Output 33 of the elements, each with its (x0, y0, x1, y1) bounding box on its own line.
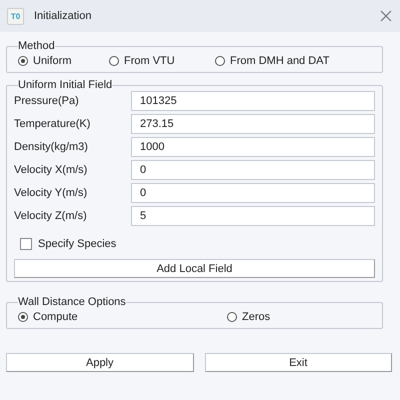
apply-button[interactable]: Apply (6, 353, 194, 372)
radio-label[interactable]: Zeros (242, 310, 270, 322)
field-label: Velocity Z(m/s) (14, 210, 88, 222)
add-local-field-button[interactable]: Add Local Field (14, 259, 375, 278)
app-icon: T0 (7, 8, 24, 24)
radio-button[interactable] (18, 56, 28, 66)
group-label: Uniform Initial Field (18, 79, 112, 91)
field-label: Density(kg/m3) (14, 141, 89, 153)
checkbox[interactable] (20, 238, 32, 250)
radio-label[interactable]: From VTU (124, 54, 175, 66)
window-title: Initialization (34, 10, 92, 22)
group-label: Method (18, 40, 55, 52)
radio-button[interactable] (215, 56, 225, 66)
input-field[interactable]: 0 (131, 160, 375, 180)
radio-label[interactable]: Uniform (33, 54, 72, 66)
close-icon[interactable] (380, 10, 392, 22)
field-label: Temperature(K) (14, 118, 92, 130)
input-field[interactable]: 101325 (131, 91, 375, 111)
input-field[interactable]: 273.15 (131, 114, 375, 134)
input-field[interactable]: 0 (131, 183, 375, 203)
radio-button[interactable] (109, 56, 119, 66)
checkbox-label[interactable]: Specify Species (38, 238, 116, 250)
radio-label[interactable]: From DMH and DAT (230, 54, 330, 66)
group-label: Wall Distance Options (18, 296, 126, 308)
input-field[interactable]: 5 (131, 206, 375, 226)
field-label: Velocity X(m/s) (14, 164, 88, 176)
field-label: Pressure(Pa) (14, 95, 80, 107)
field-label: Velocity Y(m/s) (14, 187, 88, 199)
radio-label[interactable]: Compute (33, 310, 78, 322)
exit-button[interactable]: Exit (204, 353, 392, 372)
input-field[interactable]: 1000 (131, 137, 375, 157)
radio-button[interactable] (227, 312, 237, 322)
radio-button[interactable] (18, 312, 28, 322)
